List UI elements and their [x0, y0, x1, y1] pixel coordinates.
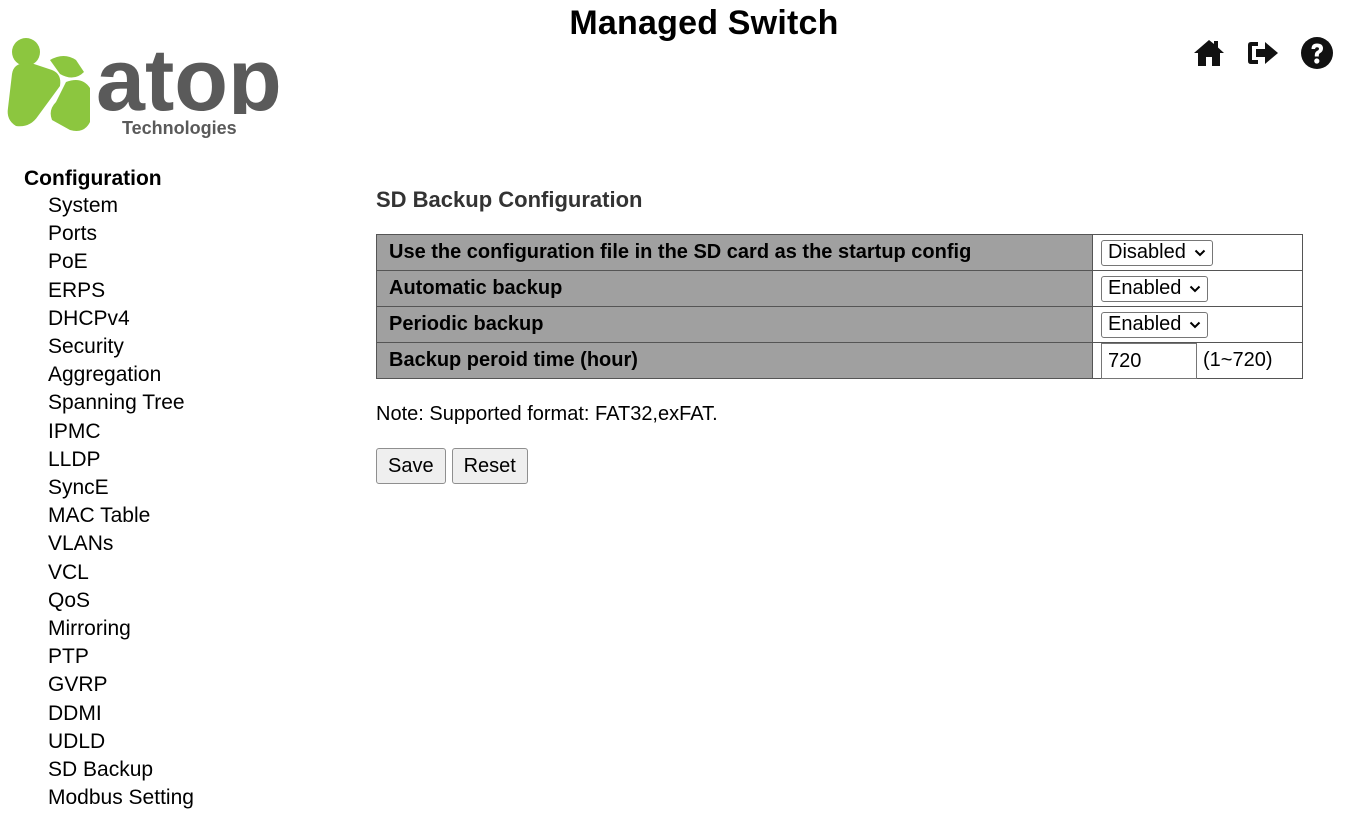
backup-period-range: (1~720)	[1203, 349, 1273, 371]
sidebar-item-ports[interactable]: Ports	[48, 220, 254, 248]
sd-backup-config-table: Use the configuration file in the SD car…	[376, 234, 1303, 379]
save-button[interactable]: Save	[376, 448, 446, 484]
home-icon[interactable]	[1192, 36, 1226, 70]
sidebar-item-security[interactable]: Security	[48, 333, 254, 361]
sidebar-item-udld[interactable]: UDLD	[48, 728, 254, 756]
backup-period-cell: 720 (1~720)	[1092, 342, 1303, 379]
sidebar-item-vcl[interactable]: VCL	[48, 559, 254, 587]
automatic-backup-select[interactable]: Enabled	[1101, 275, 1209, 302]
format-note: Note: Supported format: FAT32,exFAT.	[376, 403, 718, 425]
header-icons	[1192, 36, 1334, 70]
sidebar-item-qos[interactable]: QoS	[48, 587, 254, 615]
main-content: SD Backup Configuration Use the configur…	[376, 182, 1303, 484]
page-title: SD Backup Configuration	[376, 187, 643, 212]
sidebar-item-system[interactable]: System	[48, 192, 254, 220]
sidebar-item-lldp[interactable]: LLDP	[48, 446, 254, 474]
app-title: Managed Switch	[569, 4, 839, 42]
sidebar-item-sd-backup[interactable]: SD Backup	[48, 756, 254, 784]
form-buttons: Save Reset	[376, 448, 1303, 484]
startup-config-select[interactable]: Disabled	[1101, 239, 1213, 266]
sidebar-item-vlans[interactable]: VLANs	[48, 530, 254, 558]
page: atop Technologies Managed Switch Configu…	[0, 0, 1348, 816]
logout-icon[interactable]	[1246, 36, 1280, 70]
chevron-down-icon	[1194, 249, 1206, 256]
sidebar-item-mirroring[interactable]: Mirroring	[48, 615, 254, 643]
chevron-down-icon	[1190, 321, 1201, 328]
sidebar-item-dhcpv4[interactable]: DHCPv4	[48, 305, 254, 333]
periodic-backup-label: Periodic backup	[376, 306, 1093, 343]
sidebar-item-ddmi[interactable]: DDMI	[48, 700, 254, 728]
help-icon[interactable]	[1300, 36, 1334, 70]
startup-config-label: Use the configuration file in the SD car…	[376, 234, 1093, 271]
sidebar-item-synce[interactable]: SyncE	[48, 474, 254, 502]
sidebar-item-modbus-setting[interactable]: Modbus Setting	[48, 784, 254, 812]
sidebar-item-ipmc[interactable]: IPMC	[48, 418, 254, 446]
sidebar-item-poe[interactable]: PoE	[48, 248, 254, 276]
periodic-backup-select[interactable]: Enabled	[1101, 311, 1209, 338]
sidebar-item-ptp[interactable]: PTP	[48, 643, 254, 671]
chevron-down-icon	[1190, 285, 1201, 292]
automatic-backup-cell: Enabled	[1092, 270, 1303, 307]
sidebar-item-erps[interactable]: ERPS	[48, 277, 254, 305]
table-row: Periodic backup Enabled	[376, 306, 1303, 343]
backup-period-input[interactable]: 720	[1101, 342, 1197, 379]
table-row: Automatic backup Enabled	[376, 270, 1303, 307]
sidebar-item-gvrp[interactable]: GVRP	[48, 671, 254, 699]
sidebar-item-aggregation[interactable]: Aggregation	[48, 361, 254, 389]
atop-logo: atop Technologies	[7, 30, 282, 140]
sidebar: Configuration System Ports PoE ERPS DHCP…	[24, 166, 254, 812]
automatic-backup-value: Enabled	[1108, 277, 1182, 299]
sidebar-menu: System Ports PoE ERPS DHCPv4 Security Ag…	[24, 192, 254, 812]
sidebar-item-mac-table[interactable]: MAC Table	[48, 502, 254, 530]
table-row: Backup peroid time (hour) 720 (1~720)	[376, 342, 1303, 379]
startup-config-cell: Disabled	[1092, 234, 1303, 271]
automatic-backup-label: Automatic backup	[376, 270, 1093, 307]
logo-subtext: Technologies	[122, 118, 237, 138]
startup-config-value: Disabled	[1108, 241, 1186, 263]
sidebar-item-spanning-tree[interactable]: Spanning Tree	[48, 389, 254, 417]
backup-period-label: Backup peroid time (hour)	[376, 342, 1093, 379]
periodic-backup-value: Enabled	[1108, 313, 1182, 335]
sidebar-heading[interactable]: Configuration	[24, 166, 254, 192]
reset-button[interactable]: Reset	[451, 448, 528, 484]
periodic-backup-cell: Enabled	[1092, 306, 1303, 343]
table-row: Use the configuration file in the SD car…	[376, 234, 1303, 271]
